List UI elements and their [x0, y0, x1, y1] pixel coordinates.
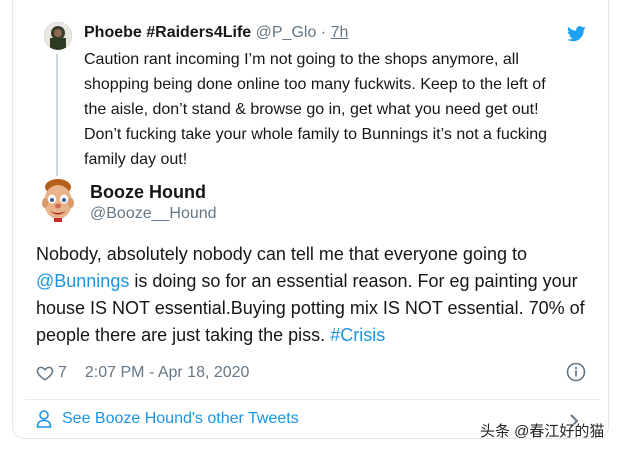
- footer-divider: [25, 399, 600, 400]
- toutiao-watermark: 头条 @春江好的猫: [480, 423, 605, 440]
- see-other-tweets-label[interactable]: See Booze Hound's other Tweets: [62, 410, 299, 428]
- heart-outline-icon[interactable]: [36, 364, 54, 382]
- user-icon: [36, 410, 52, 428]
- info-icon[interactable]: [566, 362, 586, 382]
- phoebe-avatar[interactable]: [44, 22, 72, 50]
- tweet-timestamp[interactable]: 2:07 PM - Apr 18, 2020: [85, 364, 250, 382]
- quoted-tweet-text: Caution rant incoming I’m not going to t…: [84, 51, 548, 168]
- quoted-author-handle[interactable]: @P_Glo: [256, 24, 317, 41]
- booze-hound-avatar[interactable]: [36, 178, 80, 222]
- crisis-hashtag-link[interactable]: #Crisis: [330, 325, 385, 345]
- tweet-meta-row: 7 2:07 PM - Apr 18, 2020: [36, 362, 249, 384]
- tweet-text: Nobody, absolutely nobody can tell me th…: [36, 241, 596, 349]
- quoted-tweet-time[interactable]: 7h: [331, 24, 349, 41]
- tweet-text-part-1: Nobody, absolutely nobody can tell me th…: [36, 244, 527, 264]
- bunnings-mention-link[interactable]: @Bunnings: [36, 271, 129, 291]
- like-count[interactable]: 7: [58, 364, 67, 382]
- twitter-bird-icon[interactable]: [567, 26, 586, 42]
- see-other-tweets-link[interactable]: See Booze Hound's other Tweets: [36, 410, 299, 428]
- quoted-separator: ·: [316, 24, 331, 41]
- quoted-author-name[interactable]: Phoebe #Raiders4Life: [84, 24, 251, 41]
- tweet-author-handle[interactable]: @Booze__Hound: [90, 205, 217, 223]
- thread-connector-line: [56, 54, 58, 176]
- tweet-author-name[interactable]: Booze Hound: [90, 182, 206, 203]
- quoted-tweet-header: Phoebe #Raiders4Life @P_Glo · 7h: [84, 24, 348, 42]
